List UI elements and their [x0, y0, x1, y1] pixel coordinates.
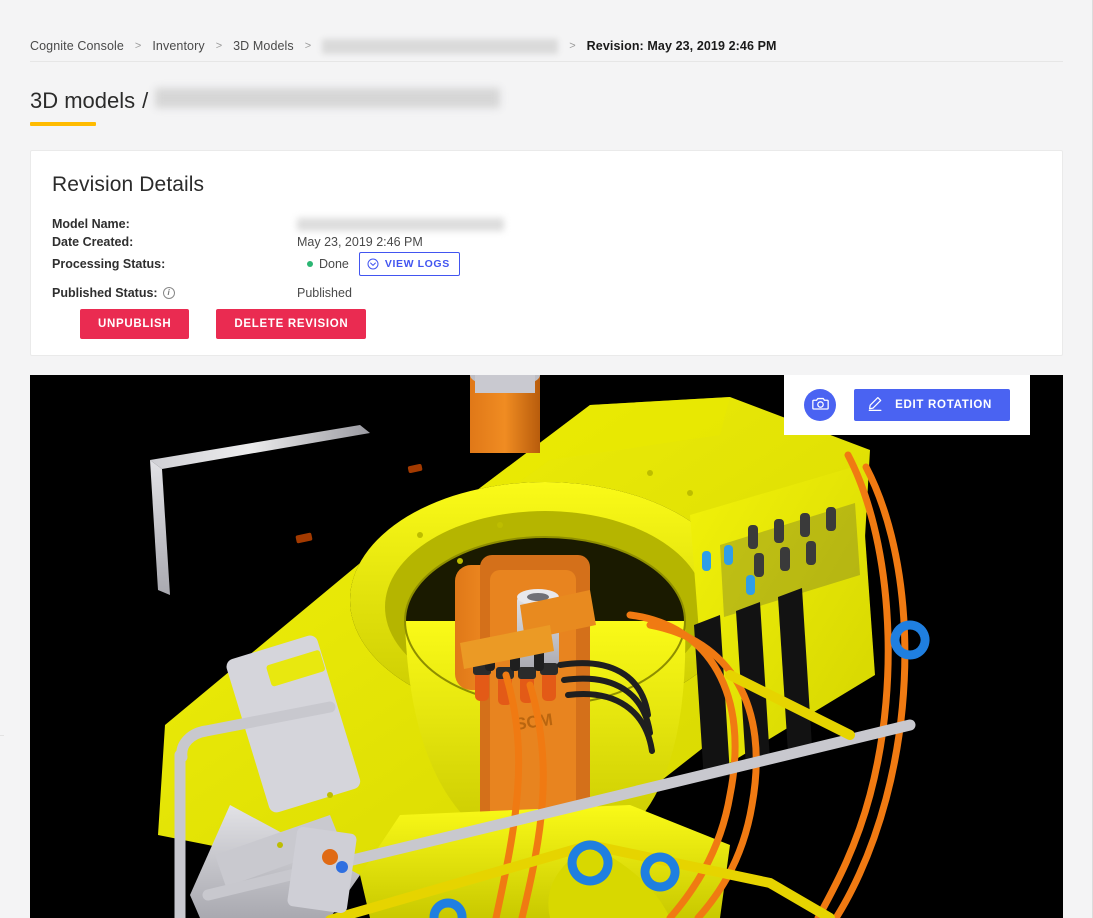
breadcrumb-separator: >: [569, 40, 576, 52]
published-status-label: Published Status: i: [52, 286, 297, 300]
edit-rotation-label: EDIT ROTATION: [895, 399, 992, 411]
revision-actions: UNPUBLISH DELETE REVISION: [80, 309, 367, 339]
viewer-toolbar: EDIT ROTATION: [784, 375, 1030, 435]
page-title-separator: /: [142, 88, 149, 113]
delete-revision-button[interactable]: DELETE REVISION: [216, 309, 367, 339]
3d-model-canvas[interactable]: SCM: [30, 375, 1063, 918]
date-created-label: Date Created:: [52, 235, 134, 249]
3d-model-viewer[interactable]: SCM EDIT ROTATION: [30, 375, 1063, 918]
breadcrumb-item-cognite-console[interactable]: Cognite Console: [30, 39, 124, 53]
revision-metadata-list: Model Name: Date Created: May 23, 2019 2…: [52, 215, 552, 302]
page-title: 3D models /: [30, 88, 501, 126]
metadata-row-published-status: Published Status: i Published: [52, 284, 552, 302]
page-title-main[interactable]: 3D models: [30, 88, 135, 126]
status-dot-icon: [307, 261, 313, 267]
app-window: Cognite Console > Inventory > 3D Models …: [0, 0, 1093, 918]
breadcrumb-separator: >: [215, 40, 223, 52]
published-status-label-text: Published Status:: [52, 286, 158, 300]
model-name-label: Model Name:: [52, 217, 130, 231]
camera-icon: [811, 395, 829, 415]
metadata-row-model-name: Model Name:: [52, 215, 552, 233]
processing-status-text: Done: [319, 257, 349, 271]
pencil-icon: [867, 396, 883, 415]
unpublish-button[interactable]: UNPUBLISH: [80, 309, 190, 339]
revision-details-card: Revision Details Model Name: Date Create…: [30, 150, 1063, 356]
processing-status-value: Done: [307, 257, 349, 271]
date-created-value: May 23, 2019 2:46 PM: [297, 235, 423, 249]
breadcrumb-item-revision: Revision: May 23, 2019 2:46 PM: [586, 39, 777, 53]
breadcrumb-item-3d-models[interactable]: 3D Models: [233, 39, 294, 53]
processing-status-label: Processing Status:: [52, 257, 166, 271]
view-logs-button[interactable]: VIEW LOGS: [358, 252, 460, 276]
left-edge-rule: [0, 735, 4, 736]
breadcrumb-separator: >: [304, 40, 312, 52]
published-status-value: Published: [297, 286, 352, 300]
breadcrumb: Cognite Console > Inventory > 3D Models …: [30, 31, 1063, 62]
breadcrumb-item-inventory[interactable]: Inventory: [152, 39, 204, 53]
screenshot-button[interactable]: [804, 389, 837, 421]
breadcrumb-separator: >: [134, 40, 142, 52]
metadata-row-date-created: Date Created: May 23, 2019 2:46 PM: [52, 233, 552, 251]
model-name-value: [297, 217, 504, 231]
clock-arrow-icon: [367, 258, 379, 270]
card-title: Revision Details: [52, 173, 205, 196]
edit-rotation-button[interactable]: EDIT ROTATION: [854, 389, 1010, 421]
page-title-model-name: [155, 88, 501, 108]
metadata-row-processing-status: Processing Status: Done VIEW LOGS: [52, 251, 552, 277]
breadcrumb-item-model-name[interactable]: [322, 38, 559, 54]
info-icon[interactable]: i: [162, 287, 175, 299]
view-logs-label: VIEW LOGS: [384, 258, 450, 270]
